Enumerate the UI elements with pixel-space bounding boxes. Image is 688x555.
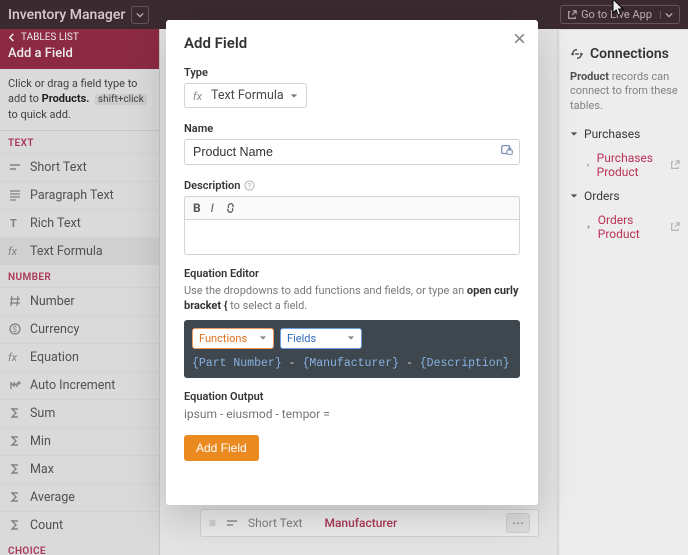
help-icon[interactable]: ? (244, 180, 255, 191)
caret-down-icon (259, 334, 267, 342)
field-icon-stack[interactable] (500, 143, 514, 157)
add-field-modal: Add Field Type fx Text Formula Name Desc… (166, 20, 538, 505)
link-button[interactable] (224, 202, 237, 214)
description-label: Description ? (184, 179, 520, 192)
svg-text:?: ? (248, 181, 252, 190)
name-input[interactable] (184, 139, 520, 165)
modal-title: Add Field (184, 34, 520, 52)
type-select[interactable]: fx Text Formula (184, 83, 307, 108)
caret-down-icon (290, 92, 298, 100)
description-textarea[interactable] (184, 219, 520, 255)
fields-dropdown[interactable]: Fields (280, 328, 362, 349)
add-field-button[interactable]: Add Field (184, 435, 259, 461)
link-icon (224, 202, 237, 214)
equation-help-text: Use the dropdowns to add functions and f… (184, 284, 520, 314)
equation-editor[interactable]: Functions Fields {Part Number} - {Manufa… (184, 320, 520, 378)
caret-down-icon (347, 334, 355, 342)
field-lock-icon (500, 143, 514, 157)
description-toolbar: B I (184, 196, 520, 219)
svg-text:fx: fx (193, 90, 203, 102)
equation-output-label: Equation Output (184, 390, 520, 403)
close-icon (513, 32, 526, 45)
italic-button[interactable]: I (211, 201, 214, 215)
bold-button[interactable]: B (193, 201, 201, 215)
type-label: Type (184, 66, 520, 79)
close-button[interactable] (513, 32, 526, 45)
functions-dropdown[interactable]: Functions (192, 328, 274, 349)
name-label: Name (184, 122, 520, 135)
formula-icon: fx (193, 90, 205, 102)
equation-editor-label: Equation Editor (184, 267, 520, 280)
equation-code[interactable]: {Part Number} - {Manufacturer} - {Descri… (192, 357, 512, 370)
equation-output-value: ipsum - eiusmod - tempor = (184, 407, 520, 421)
